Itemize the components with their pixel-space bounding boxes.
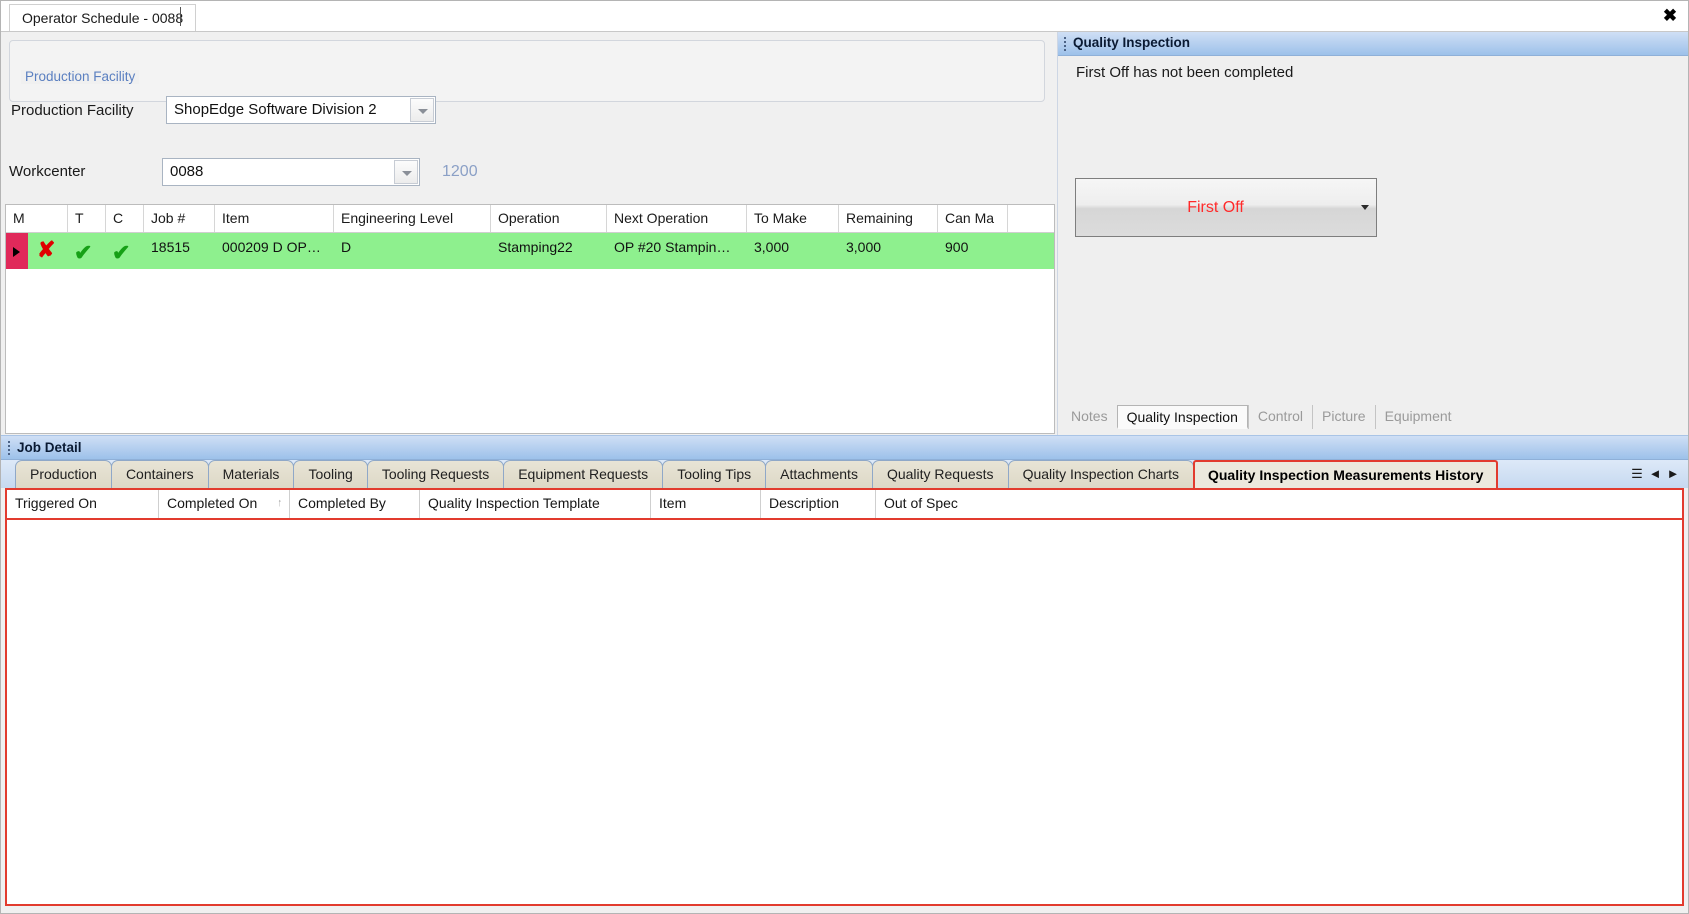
schedule-col-header[interactable]: Job # (144, 205, 215, 232)
measurements-col-header[interactable]: Completed By (290, 490, 420, 518)
first-off-dropdown-arrow-icon[interactable] (1355, 179, 1376, 236)
schedule-cell-operation: Stamping22 (498, 239, 573, 255)
schedule-col-header[interactable]: C (106, 205, 144, 232)
row-selector-arrow-icon[interactable] (6, 233, 28, 269)
schedule-col-header[interactable]: To Make (747, 205, 839, 232)
measurements-col-header[interactable]: Description (761, 490, 876, 518)
measurements-col-header[interactable]: Triggered On (7, 490, 159, 518)
workcenter-number: 1200 (442, 163, 478, 180)
first-off-split-button: First Off (1075, 178, 1377, 237)
workcenter-value: 0088 (170, 163, 204, 180)
schedule-col-header[interactable]: Remaining (839, 205, 938, 232)
schedule-grid-body: ✘ ✔ ✔ 18515 000209 D OP… D Stamping22 OP #20 St… (6, 233, 1054, 269)
job-detail-tab-equipment-requests[interactable]: Equipment Requests (503, 460, 664, 488)
schedule-grid-header: M T C Job # Item Engineering Level Operation Ne… (6, 205, 1054, 233)
schedule-col-header[interactable]: Engineering Level (334, 205, 491, 232)
job-detail-tab-quality-inspection-measurements-history[interactable]: Quality Inspection Measurements History (1192, 460, 1499, 488)
production-facility-label: Production Facility (11, 102, 134, 119)
schedule-grid[interactable]: M T C Job # Item Engineering Level Operation Ne… (5, 204, 1055, 434)
chevron-down-icon[interactable] (394, 160, 418, 184)
qi-tab-picture[interactable]: Picture (1312, 405, 1375, 429)
job-detail-tab-tooling-tips[interactable]: Tooling Tips (662, 460, 767, 488)
tab-next-icon[interactable]: ► (1664, 465, 1682, 483)
quality-inspection-tabstrip: Notes Quality Inspection Control Picture Equ… (1062, 405, 1461, 429)
job-detail-tab-tooling[interactable]: Tooling (293, 460, 368, 488)
production-facility-value: ShopEdge Software Division 2 (174, 101, 377, 118)
tab-prev-icon[interactable]: ◄ (1646, 465, 1664, 483)
schedule-col-header[interactable]: M (6, 205, 68, 232)
qi-tab-notes[interactable]: Notes (1062, 405, 1117, 429)
qi-tab-control[interactable]: Control (1247, 405, 1312, 429)
chevron-down-icon[interactable] (410, 98, 434, 122)
schedule-cell-can-make: 900 (945, 239, 969, 255)
measurements-col-header[interactable]: Quality Inspection Template (420, 490, 651, 518)
measurements-grid-body (7, 520, 1682, 904)
drag-grip-icon[interactable] (8, 441, 10, 455)
document-tab-label: Operator Schedule - 0088 (22, 10, 184, 26)
workcenter-label: Workcenter (9, 163, 86, 180)
job-detail-tab-tooling-requests[interactable]: Tooling Requests (366, 460, 505, 488)
schedule-table-row[interactable]: ✘ ✔ ✔ 18515 000209 D OP… D Stamping22 OP #20 St… (6, 233, 1054, 269)
schedule-cell-m: ✘ (6, 233, 68, 269)
workcenter-combobox[interactable]: 0088 (162, 158, 420, 186)
schedule-cell-engineering-level: D (341, 239, 352, 255)
m-status-x-icon: ✘ (37, 237, 56, 262)
schedule-col-header[interactable]: Operation (491, 205, 607, 232)
job-detail-panel-header: Job Detail (1, 435, 1688, 460)
production-facility-groupbox (9, 40, 1045, 102)
quality-inspection-measurements-history-grid[interactable]: Triggered OnCompleted OnCompleted ByQual… (5, 488, 1684, 906)
job-detail-tab-production[interactable]: Production (15, 460, 112, 488)
drag-grip-icon[interactable] (1064, 37, 1066, 51)
schedule-cell-remaining: 3,000 (846, 239, 882, 255)
window-tab-bar: Operator Schedule - 0088 ✖ (1, 1, 1688, 32)
schedule-col-header[interactable]: Can Ma (938, 205, 1008, 232)
document-tab-operator-schedule[interactable]: Operator Schedule - 0088 (9, 4, 197, 31)
measurements-col-header[interactable]: Completed On (159, 490, 290, 518)
quality-inspection-panel-header: Quality Inspection (1058, 32, 1688, 56)
close-icon[interactable]: ✖ (1658, 4, 1682, 28)
job-detail-tab-quality-inspection-charts[interactable]: Quality Inspection Charts (1007, 460, 1194, 488)
quality-inspection-pane: Quality Inspection First Off has not bee… (1057, 32, 1688, 435)
schedule-col-header[interactable]: Next Operation (607, 205, 747, 232)
measurements-grid-header: Triggered OnCompleted OnCompleted ByQual… (7, 490, 1682, 520)
schedule-pane: Production Facility Production Facility … (1, 32, 1056, 458)
quality-inspection-message: First Off has not been completed (1076, 64, 1294, 81)
tab-text-caret (180, 7, 181, 26)
job-detail-tab-navigation: ☰ ◄ ► (1628, 465, 1682, 483)
tab-menu-icon[interactable]: ☰ (1628, 465, 1646, 483)
schedule-col-header[interactable]: Item (215, 205, 334, 232)
schedule-cell-to-make: 3,000 (754, 239, 790, 255)
first-off-button[interactable]: First Off (1076, 179, 1356, 236)
schedule-col-header[interactable]: T (68, 205, 106, 232)
quality-inspection-panel-title: Quality Inspection (1073, 35, 1191, 50)
job-detail-tabstrip: Production Containers Materials Tooling Tool… (1, 460, 1688, 488)
job-detail-tab-attachments[interactable]: Attachments (765, 460, 873, 488)
job-detail-tab-containers[interactable]: Containers (110, 460, 209, 488)
operator-schedule-window: Operator Schedule - 0088 ✖ Production Fa… (0, 0, 1689, 914)
schedule-cell-job: 18515 (151, 239, 190, 255)
job-detail-tabs: Production Containers Materials Tooling Tool… (15, 460, 1499, 488)
production-facility-group-title: Production Facility (21, 70, 140, 84)
job-detail-tab-materials[interactable]: Materials (207, 460, 295, 488)
job-detail-title: Job Detail (17, 440, 82, 455)
job-detail-tab-quality-requests[interactable]: Quality Requests (871, 460, 1009, 488)
production-facility-combobox[interactable]: ShopEdge Software Division 2 (166, 96, 436, 124)
qi-tab-quality-inspection[interactable]: Quality Inspection (1116, 405, 1248, 429)
schedule-cell-c-check-icon: ✔ (112, 240, 131, 265)
schedule-cell-item: 000209 D OP… (222, 239, 321, 255)
measurements-col-header[interactable]: Out of Spec (876, 490, 1682, 518)
schedule-cell-next-operation: OP #20 Stampin… (614, 239, 731, 255)
measurements-col-header[interactable]: Item (651, 490, 761, 518)
schedule-cell-t-check-icon: ✔ (74, 240, 93, 265)
qi-tab-equipment[interactable]: Equipment (1374, 405, 1461, 429)
